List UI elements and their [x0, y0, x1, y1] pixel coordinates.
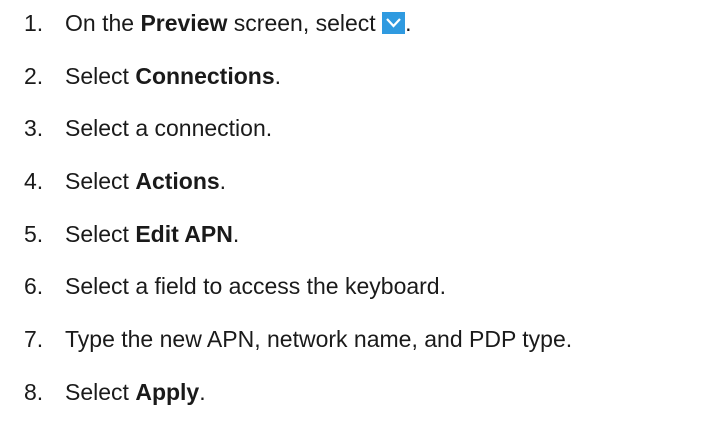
step-text-pre: Select	[65, 379, 136, 405]
step-number: 4.	[24, 168, 44, 194]
step-text-bold: Preview	[140, 10, 228, 36]
step-number: 7.	[24, 326, 44, 352]
step-text-bold: Connections	[135, 63, 275, 89]
step-text: Select Connections.	[65, 56, 281, 96]
step-text-post: .	[232, 221, 240, 247]
step-number: 3.	[24, 115, 44, 141]
step-text: Select Apply.	[65, 372, 206, 412]
step-number: 5.	[24, 221, 44, 247]
step-text: Type the new APN, network name, and PDP …	[65, 326, 573, 352]
step-number: 2.	[24, 63, 44, 89]
step-text: Select Edit APN.	[65, 214, 239, 254]
step-text: Select a field to access the keyboard.	[65, 273, 446, 299]
step-text-pre: Select	[65, 221, 136, 247]
step-number: 8.	[24, 379, 44, 405]
step-text-post: .	[199, 379, 206, 405]
step-text-bold: Apply	[135, 379, 200, 405]
step-text-post: .	[274, 63, 281, 89]
step-text-end: .	[405, 10, 412, 36]
step-number: 1.	[24, 10, 44, 36]
chevron-down-icon	[382, 12, 406, 34]
step-text-pre: Select	[65, 168, 136, 194]
step-text-pre: Select	[65, 63, 136, 89]
step-text: Select Actions.	[65, 161, 226, 201]
step-text: On the Preview screen, select .	[65, 3, 411, 43]
step-text-bold: Actions	[135, 168, 220, 194]
step-text: Select a connection.	[65, 115, 273, 141]
step-text-pre: On the	[65, 10, 141, 36]
step-text-post: .	[219, 168, 227, 194]
step-number: 6.	[24, 273, 44, 299]
step-text-bold: Edit APN	[135, 221, 233, 247]
step-text-post: screen, select	[227, 10, 383, 36]
